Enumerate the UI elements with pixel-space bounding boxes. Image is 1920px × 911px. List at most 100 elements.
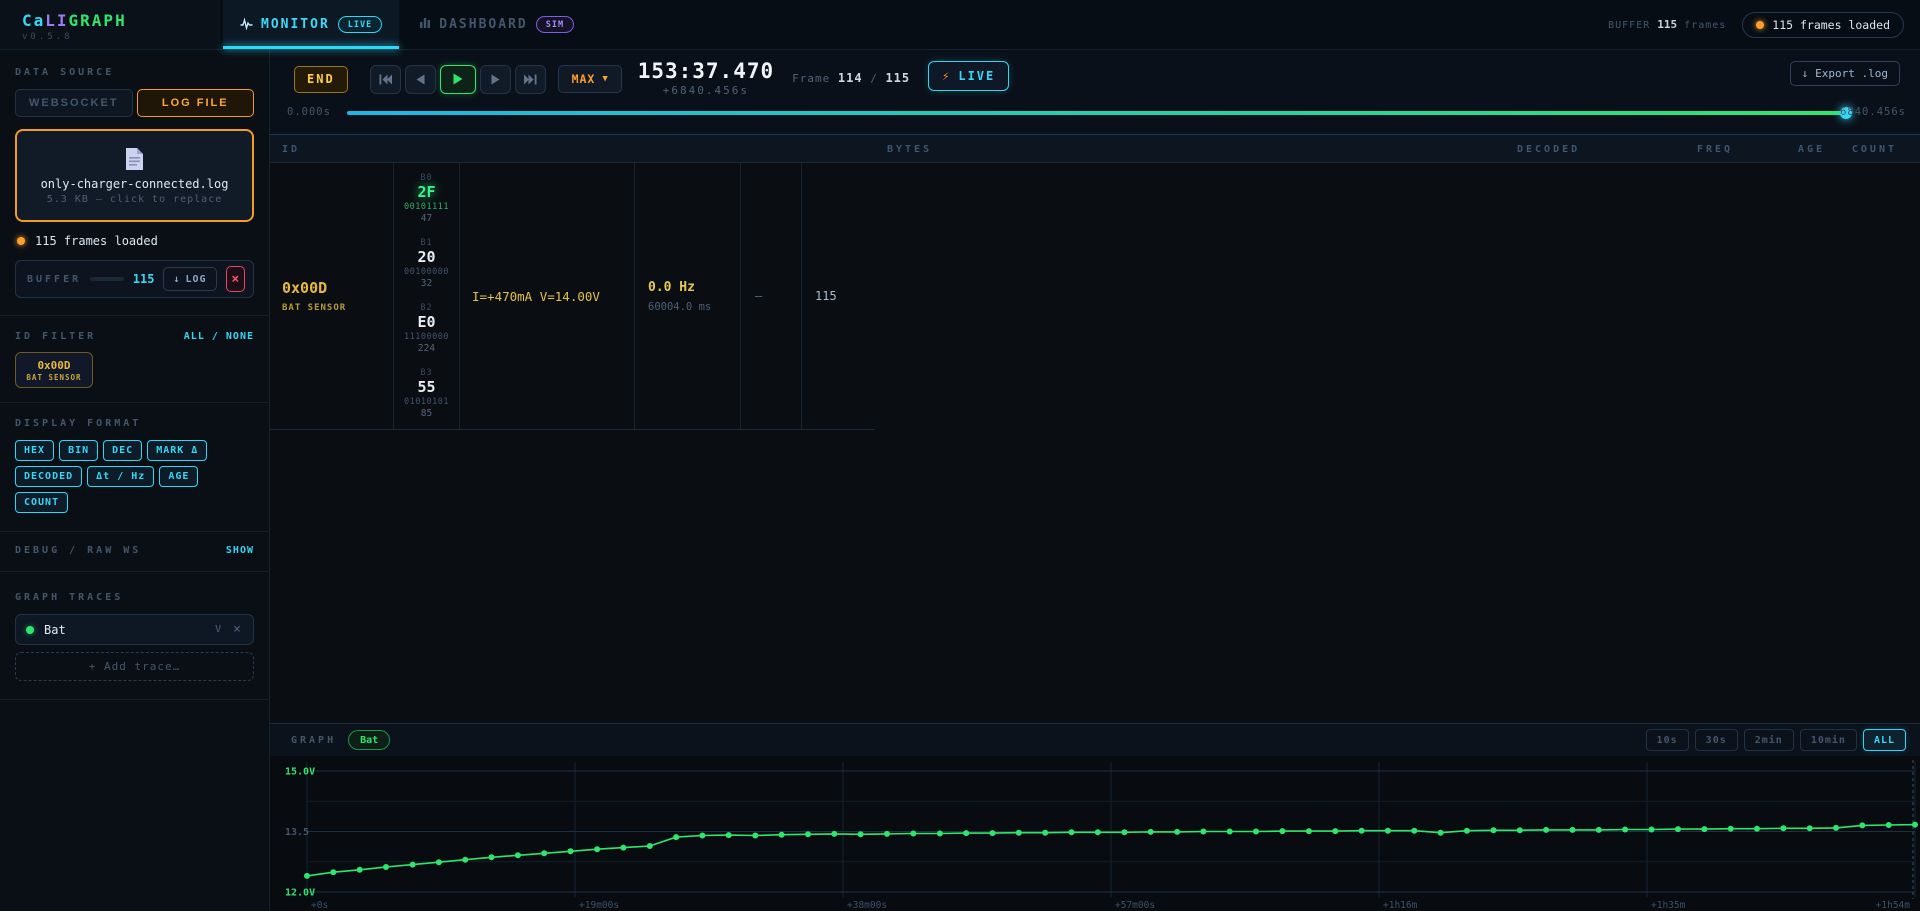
step-forward-button[interactable] <box>480 65 511 94</box>
timeline-track[interactable] <box>347 111 1847 115</box>
clear-buffer-button[interactable]: × <box>226 266 245 292</box>
add-trace-button[interactable]: + Add trace… <box>15 652 254 681</box>
y-tick-label: 15.0V <box>285 767 315 778</box>
frames-loaded-label: 115 frames loaded <box>35 234 158 248</box>
app-logo: CaLIGRAPH <box>22 11 220 30</box>
frame-current: 114 <box>838 71 863 85</box>
data-point <box>410 862 416 868</box>
debug-show-link[interactable]: SHOW <box>226 545 254 556</box>
format-chip-hex[interactable]: HEX <box>15 440 54 461</box>
format-chip-count[interactable]: COUNT <box>15 492 68 513</box>
data-point <box>726 832 732 838</box>
sim-badge: SIM <box>536 16 574 33</box>
graph-panel: GRAPH Bat 10s30s2min10minALL +0s+19m00s+… <box>270 723 1920 911</box>
logo-part-li: LI <box>45 11 68 30</box>
period-value: 60004.0 ms <box>648 301 740 313</box>
data-point <box>1069 829 1075 835</box>
data-point <box>779 832 785 838</box>
range-button-30s[interactable]: 30s <box>1695 729 1738 751</box>
data-point <box>1148 829 1154 835</box>
time-current: 153:37.470 <box>638 61 774 82</box>
chevron-down-icon: ▼ <box>602 74 607 84</box>
data-point <box>1042 830 1048 836</box>
graph-traces-section: GRAPH TRACES Bat V × + Add trace… <box>0 572 269 700</box>
live-button-label: LIVE <box>958 69 995 83</box>
graph-header: GRAPH Bat 10s30s2min10minALL <box>270 724 1920 756</box>
live-button[interactable]: ⚡ LIVE <box>928 61 1009 91</box>
file-meta: 5.3 KB — click to replace <box>47 194 223 205</box>
x-tick-label: +1h54m <box>1876 900 1911 911</box>
range-button-10s[interactable]: 10s <box>1646 729 1689 751</box>
trace-name: Bat <box>44 623 66 637</box>
byte-group-b3: B3550101010185 <box>404 368 449 419</box>
y-tick-label: 12.0V <box>285 888 315 899</box>
byte-hex-1: 20 <box>404 248 449 267</box>
byte-label-3: B3 <box>404 368 449 378</box>
remove-trace-icon[interactable]: × <box>231 622 243 637</box>
data-point <box>1912 822 1918 828</box>
data-point <box>1570 827 1576 833</box>
tab-monitor[interactable]: MONITOR LIVE <box>223 0 399 49</box>
frame-id-name: BAT SENSOR <box>282 303 393 313</box>
speed-select[interactable]: MAX ▼ <box>558 65 622 93</box>
data-point <box>1780 825 1786 831</box>
tab-dashboard[interactable]: DASHBOARD SIM <box>402 0 591 49</box>
timeline-start-label: 0.000s <box>287 106 331 118</box>
top-bar: CaLIGRAPH v0.5.8 MONITOR LIVE DASHBOARD … <box>0 0 1920 50</box>
trace-unit-select[interactable]: V <box>215 624 221 635</box>
data-point <box>620 845 626 851</box>
download-icon: ↓ <box>1802 67 1809 80</box>
skip-start-button[interactable] <box>370 65 401 94</box>
frame-table-row[interactable]: 0x00D BAT SENSOR B02F0010111147B12000100… <box>270 163 875 430</box>
byte-dec-3: 85 <box>404 408 449 419</box>
range-button-all[interactable]: ALL <box>1863 729 1906 751</box>
skip-end-button[interactable] <box>515 65 546 94</box>
data-point <box>1121 829 1127 835</box>
format-chip-dec[interactable]: DEC <box>103 440 142 461</box>
step-back-button[interactable] <box>405 65 436 94</box>
format-chip-mark-[interactable]: MARK Δ <box>147 440 207 461</box>
frame-count-cell: 115 <box>802 163 875 429</box>
format-chip-bin[interactable]: BIN <box>59 440 98 461</box>
data-point <box>647 843 653 849</box>
loaded-dot-icon <box>17 237 25 245</box>
data-point <box>1833 825 1839 831</box>
websocket-button[interactable]: WEBSOCKET <box>15 89 133 117</box>
data-point <box>990 830 996 836</box>
data-point <box>1649 827 1655 833</box>
save-log-button[interactable]: ↓LOG <box>163 267 216 291</box>
file-drop-zone[interactable]: only-charger-connected.log 5.3 KB — clic… <box>15 129 254 222</box>
time-range-group: 10s 30s 2min 10min ALL <box>1646 729 1906 751</box>
main-content: END <box>270 50 1920 911</box>
buffer-stat-count: 115 <box>1657 18 1677 31</box>
x-tick-label: +38m00s <box>847 900 887 911</box>
data-point <box>1596 827 1602 833</box>
app-root: CaLIGRAPH v0.5.8 MONITOR LIVE DASHBOARD … <box>0 0 1920 911</box>
range-button-2min[interactable]: 2min <box>1744 729 1794 751</box>
export-log-button[interactable]: ↓ Export .log <box>1790 61 1900 86</box>
data-point <box>1385 828 1391 834</box>
all-none-link[interactable]: ALL / NONE <box>184 331 254 342</box>
data-point <box>1438 830 1444 836</box>
data-point <box>1859 822 1865 828</box>
data-point <box>1200 829 1206 835</box>
format-chip-decoded[interactable]: DECODED <box>15 466 82 487</box>
id-filter-chip[interactable]: 0x00D BAT SENSOR <box>15 352 93 388</box>
format-chip--t-hz[interactable]: Δt / Hz <box>87 466 154 487</box>
tab-bar: MONITOR LIVE DASHBOARD SIM <box>220 0 1608 49</box>
byte-group-b0: B02F0010111147 <box>404 173 449 224</box>
logo-block: CaLIGRAPH v0.5.8 <box>0 0 220 49</box>
data-point <box>1728 826 1734 832</box>
logfile-button[interactable]: LOG FILE <box>137 89 255 117</box>
dashboard-tab-icon <box>419 17 431 32</box>
monitor-tab-icon <box>240 17 253 33</box>
jump-end-button[interactable]: END <box>294 66 348 93</box>
col-header-freq: FREQ <box>1697 144 1733 155</box>
data-point <box>357 867 363 873</box>
graph-trace-pill[interactable]: Bat <box>348 730 390 750</box>
format-chip-age[interactable]: AGE <box>159 466 198 487</box>
range-button-10min[interactable]: 10min <box>1800 729 1857 751</box>
play-button[interactable] <box>440 65 476 94</box>
format-chip-group: HEXBINDECMARK Δ DECODEDΔt / HzAGE COUNT <box>15 440 254 513</box>
data-point <box>699 833 705 839</box>
